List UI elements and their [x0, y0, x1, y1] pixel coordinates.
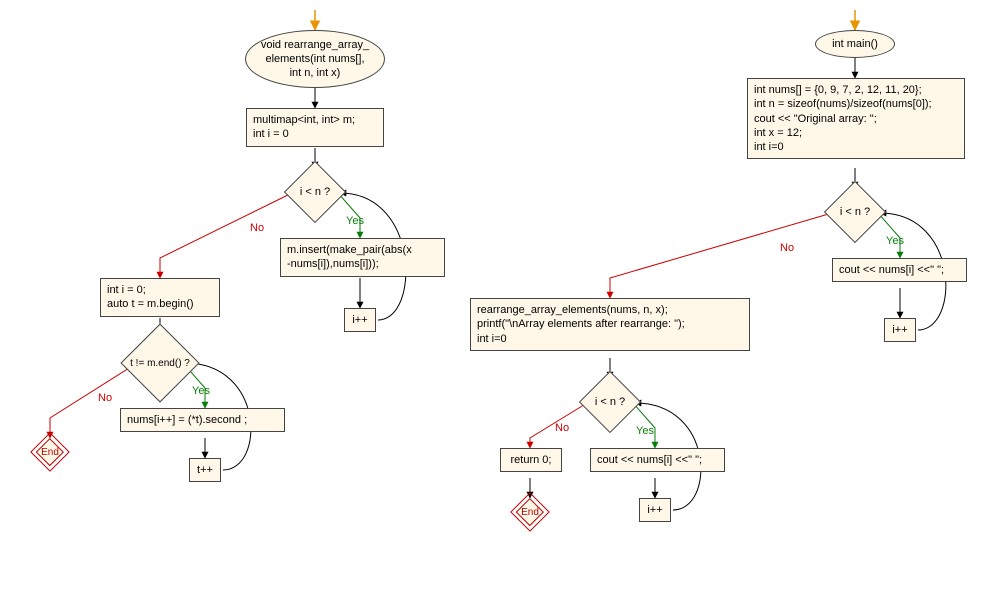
- right-inc2-box: i++: [639, 498, 671, 522]
- right-return-text: return 0;: [511, 454, 552, 466]
- right-end-text: End: [510, 492, 549, 531]
- left-cond1-no-label: No: [250, 222, 264, 234]
- left-assign-box: nums[i++] = (*t).second ;: [120, 408, 285, 432]
- left-cond2-no-label: No: [98, 392, 112, 404]
- right-print1-text: cout << nums[i] <<" ";: [839, 264, 944, 276]
- right-main-terminal: int main(): [815, 30, 895, 58]
- left-cond1-decision: i < n ?: [293, 170, 337, 214]
- right-inc1-box: i++: [884, 318, 916, 342]
- left-reset-box: int i = 0; auto t = m.begin(): [100, 278, 220, 317]
- left-end-terminal: End: [36, 438, 64, 466]
- right-print1-box: cout << nums[i] <<" ";: [832, 258, 967, 282]
- right-cond2-yes-label: Yes: [636, 425, 654, 437]
- left-decl-text: multimap<int, int> m; int i = 0: [253, 114, 355, 140]
- left-reset-text: int i = 0; auto t = m.begin(): [107, 284, 194, 310]
- right-cond2-decision: i < n ?: [588, 380, 632, 424]
- left-cond2-yes-label: Yes: [192, 385, 210, 397]
- right-cond1-no-label: No: [780, 242, 794, 254]
- left-inc2-text: t++: [197, 464, 213, 476]
- left-cond2-text: t != m.end() ?: [121, 324, 199, 402]
- left-cond1-yes-label: Yes: [346, 215, 364, 227]
- right-end-terminal: End: [516, 498, 544, 526]
- left-inc1-text: i++: [352, 314, 367, 326]
- left-cond2-decision: t != m.end() ?: [132, 335, 188, 391]
- right-cond1-yes-label: Yes: [886, 235, 904, 247]
- right-print2-text: cout << nums[i] <<" ";: [597, 454, 702, 466]
- left-inc1-box: i++: [344, 308, 376, 332]
- left-assign-text: nums[i++] = (*t).second ;: [127, 414, 247, 426]
- left-insert-text: m.insert(make_pair(abs(x -nums[i]),nums[…: [287, 244, 412, 270]
- right-return-box: return 0;: [500, 448, 562, 472]
- right-init-text: int nums[] = {0, 9, 7, 2, 12, 11, 20}; i…: [754, 84, 932, 153]
- left-start-terminal: void rearrange_array_ elements(int nums[…: [245, 30, 385, 88]
- right-cond2-no-label: No: [555, 422, 569, 434]
- right-cond1-text: i < n ?: [824, 181, 886, 243]
- right-main-text: int main(): [832, 37, 878, 51]
- right-inc1-text: i++: [892, 324, 907, 336]
- right-cond2-text: i < n ?: [579, 371, 641, 433]
- right-init-box: int nums[] = {0, 9, 7, 2, 12, 11, 20}; i…: [747, 78, 965, 159]
- left-insert-box: m.insert(make_pair(abs(x -nums[i]),nums[…: [280, 238, 445, 277]
- right-inc2-text: i++: [647, 504, 662, 516]
- left-decl-box: multimap<int, int> m; int i = 0: [246, 108, 384, 147]
- right-cond1-decision: i < n ?: [833, 190, 877, 234]
- left-cond1-text: i < n ?: [284, 161, 346, 223]
- left-start-text: void rearrange_array_ elements(int nums[…: [261, 38, 369, 81]
- right-print2-box: cout << nums[i] <<" ";: [590, 448, 725, 472]
- right-call-text: rearrange_array_elements(nums, n, x); pr…: [477, 304, 685, 345]
- right-call-box: rearrange_array_elements(nums, n, x); pr…: [470, 298, 750, 351]
- left-end-text: End: [30, 432, 69, 471]
- left-inc2-box: t++: [189, 458, 221, 482]
